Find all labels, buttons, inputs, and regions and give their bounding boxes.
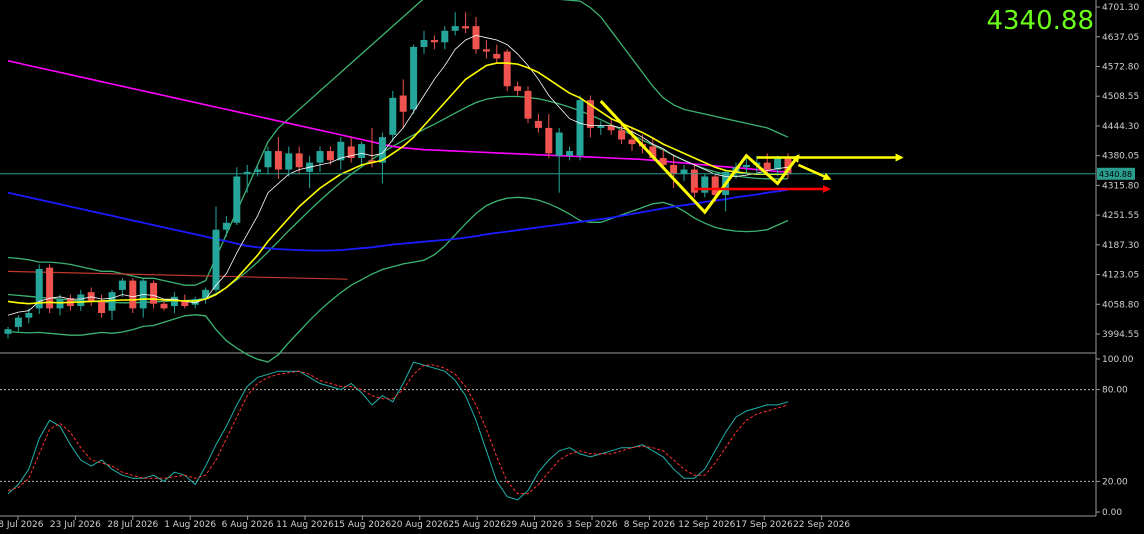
- candle-body[interactable]: [420, 40, 428, 47]
- time-tick-label: 1 Aug 2026: [164, 520, 216, 530]
- time-tick-label: 3 Sep 2026: [566, 520, 618, 530]
- candle-body[interactable]: [233, 176, 241, 223]
- price-tick-label: 4701.30: [1102, 3, 1139, 13]
- candle-body[interactable]: [222, 222, 230, 230]
- candle-body[interactable]: [98, 301, 106, 313]
- price-tick-label: 4572.80: [1102, 62, 1139, 72]
- current-price-display: 4340.88: [986, 6, 1094, 36]
- candle-body[interactable]: [763, 162, 771, 170]
- candle-body[interactable]: [670, 164, 678, 175]
- candle-body[interactable]: [108, 292, 116, 311]
- candle-body[interactable]: [701, 176, 709, 193]
- candle-body[interactable]: [555, 132, 563, 156]
- time-tick-label: 29 Aug 2026: [506, 520, 564, 530]
- time-tick-label: 15 Aug 2026: [334, 520, 392, 530]
- candle-body[interactable]: [618, 130, 626, 140]
- time-tick-label: 17 Sep 2026: [736, 520, 793, 530]
- time-tick-label: 12 Sep 2026: [678, 520, 735, 530]
- candle-body[interactable]: [628, 139, 636, 145]
- candle-body[interactable]: [514, 86, 522, 91]
- price-tick-label: 4444.30: [1102, 122, 1139, 132]
- stochastic-tick-label: 0.00: [1102, 508, 1122, 518]
- candle-body[interactable]: [566, 151, 574, 156]
- candle-body[interactable]: [150, 282, 158, 304]
- candle-body[interactable]: [274, 151, 282, 170]
- time-tick-label: 23 Jul 2026: [50, 520, 101, 530]
- time-tick-label: 11 Aug 2026: [276, 520, 334, 530]
- candle-body[interactable]: [441, 30, 449, 43]
- price-tick-label: 3994.55: [1102, 330, 1139, 340]
- candle-body[interactable]: [472, 26, 480, 50]
- time-tick-label: 25 Aug 2026: [448, 520, 506, 530]
- current-price-tag-text: 4340.88: [1099, 170, 1132, 179]
- candle-body[interactable]: [118, 280, 126, 290]
- candle-body[interactable]: [285, 153, 293, 170]
- candle-body[interactable]: [389, 97, 397, 135]
- trading-chart[interactable]: 4701.30 4637.05 4572.80 4508.55 4444.30 4380.…: [0, 0, 1144, 534]
- time-tick-label: 22 Sep 2026: [793, 520, 850, 530]
- candle-body[interactable]: [295, 153, 303, 168]
- time-tick-label: 28 Jul 2026: [107, 520, 158, 530]
- candle-body[interactable]: [545, 127, 553, 154]
- candle-body[interactable]: [25, 312, 33, 318]
- time-tick-label: 20 Aug 2026: [391, 520, 449, 530]
- candle-body[interactable]: [160, 303, 168, 309]
- candle-body[interactable]: [503, 51, 511, 87]
- candle-body[interactable]: [170, 296, 178, 307]
- candle-body[interactable]: [482, 49, 490, 52]
- candle-body[interactable]: [774, 157, 782, 170]
- candle-body[interactable]: [77, 294, 85, 307]
- candle-body[interactable]: [326, 151, 334, 161]
- candle-body[interactable]: [14, 317, 22, 327]
- price-tick-label: 4380.05: [1102, 152, 1139, 162]
- candle-body[interactable]: [212, 229, 220, 290]
- price-tick-label: 4508.55: [1102, 92, 1139, 102]
- candle-body[interactable]: [399, 95, 407, 112]
- candle-body[interactable]: [430, 40, 438, 43]
- price-tick-label: 4315.80: [1102, 181, 1139, 191]
- stochastic-tick-label: 80.00: [1102, 386, 1128, 396]
- candle-body[interactable]: [493, 53, 501, 59]
- time-tick-label: 6 Aug 2026: [222, 520, 274, 530]
- candle-body[interactable]: [576, 100, 584, 156]
- price-tick-label: 4187.30: [1102, 241, 1139, 251]
- candle-body[interactable]: [254, 169, 262, 172]
- candle-body[interactable]: [410, 46, 418, 110]
- time-tick-label: 8 Sep 2026: [624, 520, 676, 530]
- candle-body[interactable]: [534, 120, 542, 128]
- candle-body[interactable]: [264, 151, 272, 168]
- candle-body[interactable]: [462, 26, 470, 29]
- candle-body[interactable]: [316, 151, 324, 163]
- price-tick-label: 4637.05: [1102, 33, 1139, 43]
- stochastic-tick-label: 100.00: [1102, 355, 1134, 365]
- candle-body[interactable]: [451, 26, 459, 31]
- candle-body[interactable]: [742, 164, 750, 168]
- time-tick-label: 18 Jul 2026: [0, 520, 44, 530]
- candle-body[interactable]: [524, 90, 532, 119]
- stochastic-tick-label: 20.00: [1102, 477, 1128, 487]
- candle-body[interactable]: [358, 144, 366, 158]
- price-tick-label: 4123.05: [1102, 271, 1139, 281]
- chart-background: [0, 0, 1144, 534]
- price-tick-label: 4251.55: [1102, 211, 1139, 221]
- price-tick-label: 4058.80: [1102, 300, 1139, 310]
- candle-body[interactable]: [4, 329, 12, 334]
- candle-body[interactable]: [56, 299, 64, 309]
- candle-body[interactable]: [129, 280, 137, 309]
